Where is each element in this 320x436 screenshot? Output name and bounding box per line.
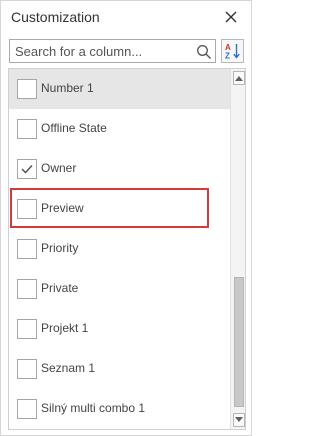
checkmark-icon <box>21 164 33 174</box>
scroll-down-button[interactable] <box>233 413 245 427</box>
column-checkbox[interactable] <box>17 359 37 379</box>
triangle-up-icon <box>235 76 243 81</box>
column-item[interactable]: Private <box>9 269 230 309</box>
close-button[interactable] <box>221 7 241 27</box>
column-label: Private <box>41 281 79 295</box>
search-input[interactable] <box>15 42 195 60</box>
column-checkbox[interactable] <box>17 199 37 219</box>
column-list: Number 1 Offline State Owner Preview Priorit… <box>8 68 246 430</box>
column-checkbox[interactable] <box>17 159 37 179</box>
svg-text:Z: Z <box>225 52 230 61</box>
column-label: Preview <box>41 201 84 215</box>
column-label: Owner <box>41 161 77 175</box>
close-icon <box>225 11 237 23</box>
scrollbar-thumb[interactable] <box>234 277 244 407</box>
column-item[interactable]: Number 1 <box>9 69 230 109</box>
column-checkbox[interactable] <box>17 279 37 299</box>
scroll-up-button[interactable] <box>233 71 245 85</box>
column-label: Offline State <box>41 121 107 135</box>
search-field[interactable] <box>9 39 216 63</box>
column-item[interactable]: Priority <box>9 229 230 269</box>
column-label: Silný multi combo 1 <box>41 401 146 415</box>
column-item[interactable]: Owner <box>9 149 230 189</box>
column-checkbox[interactable] <box>17 119 37 139</box>
column-label: Seznam 1 <box>41 361 96 375</box>
column-item[interactable]: Seznam 1 <box>9 349 230 389</box>
column-item[interactable]: Preview <box>9 189 230 229</box>
column-checkbox[interactable] <box>17 239 37 259</box>
triangle-down-icon <box>235 417 243 422</box>
sort-alpha-button[interactable]: A Z <box>221 39 244 63</box>
column-checkbox[interactable] <box>17 79 37 99</box>
column-items: Number 1 Offline State Owner Preview Priorit… <box>9 69 230 429</box>
column-item[interactable]: Projekt 1 <box>9 309 230 349</box>
sort-alpha-icon: A Z <box>225 43 240 61</box>
column-label: Number 1 <box>41 81 94 95</box>
scrollbar[interactable] <box>230 69 245 429</box>
column-checkbox[interactable] <box>17 399 37 419</box>
search-icon[interactable] <box>196 44 212 60</box>
column-label: Priority <box>41 241 79 255</box>
column-checkbox[interactable] <box>17 319 37 339</box>
column-label: Projekt 1 <box>41 321 89 335</box>
column-item[interactable]: Silný multi combo 1 <box>9 389 230 429</box>
customization-panel: Customization A Z Number 1 Offline State O… <box>0 0 252 436</box>
column-item[interactable]: Offline State <box>9 109 230 149</box>
panel-title: Customization <box>11 9 100 25</box>
